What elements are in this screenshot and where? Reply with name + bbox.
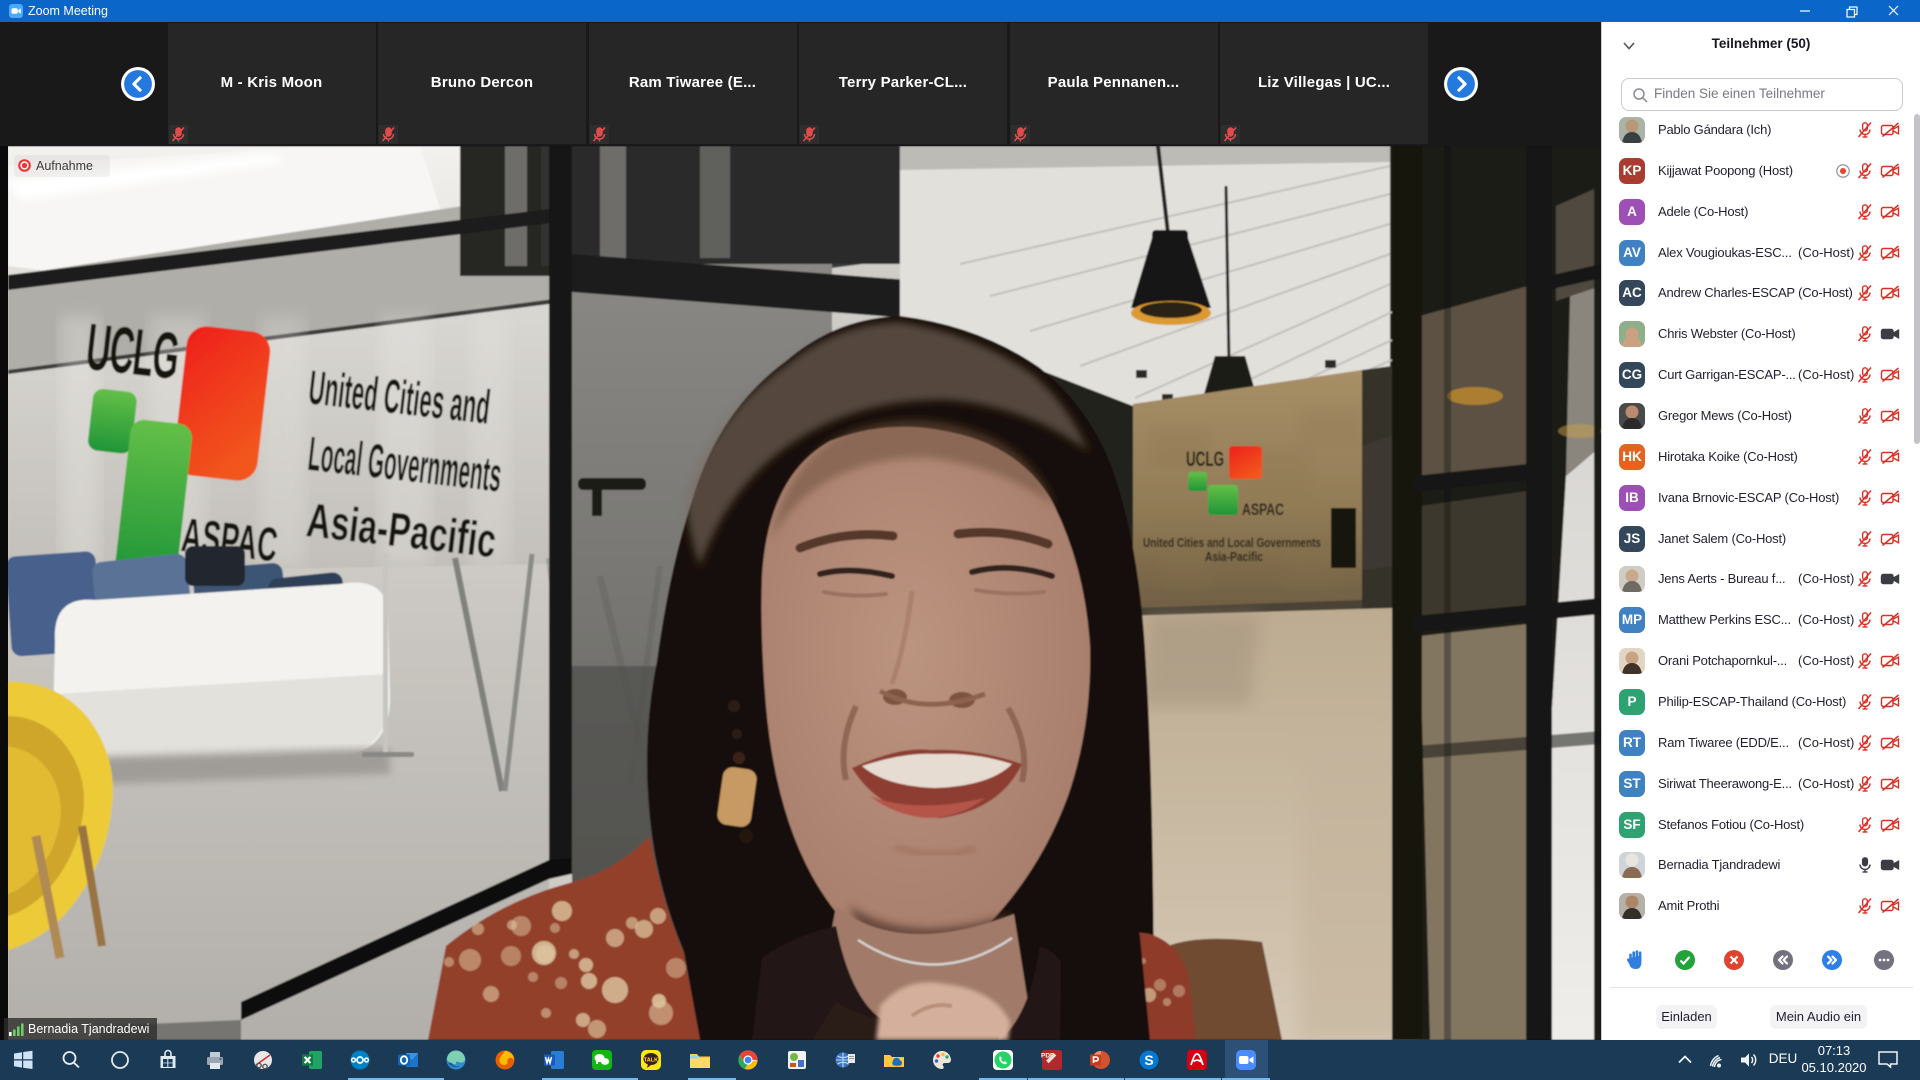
svg-text:United Cities and Local Govern: United Cities and Local Governments [1143, 535, 1321, 550]
svg-text:ASPAC: ASPAC [1242, 500, 1284, 519]
svg-text:UCLG: UCLG [1186, 448, 1224, 471]
svg-text:Asia-Pacific: Asia-Pacific [1205, 549, 1263, 564]
svg-text:UCLG: UCLG [83, 309, 183, 393]
svg-text:S: S [1144, 1052, 1153, 1068]
svg-text:TALK: TALK [644, 1058, 658, 1064]
